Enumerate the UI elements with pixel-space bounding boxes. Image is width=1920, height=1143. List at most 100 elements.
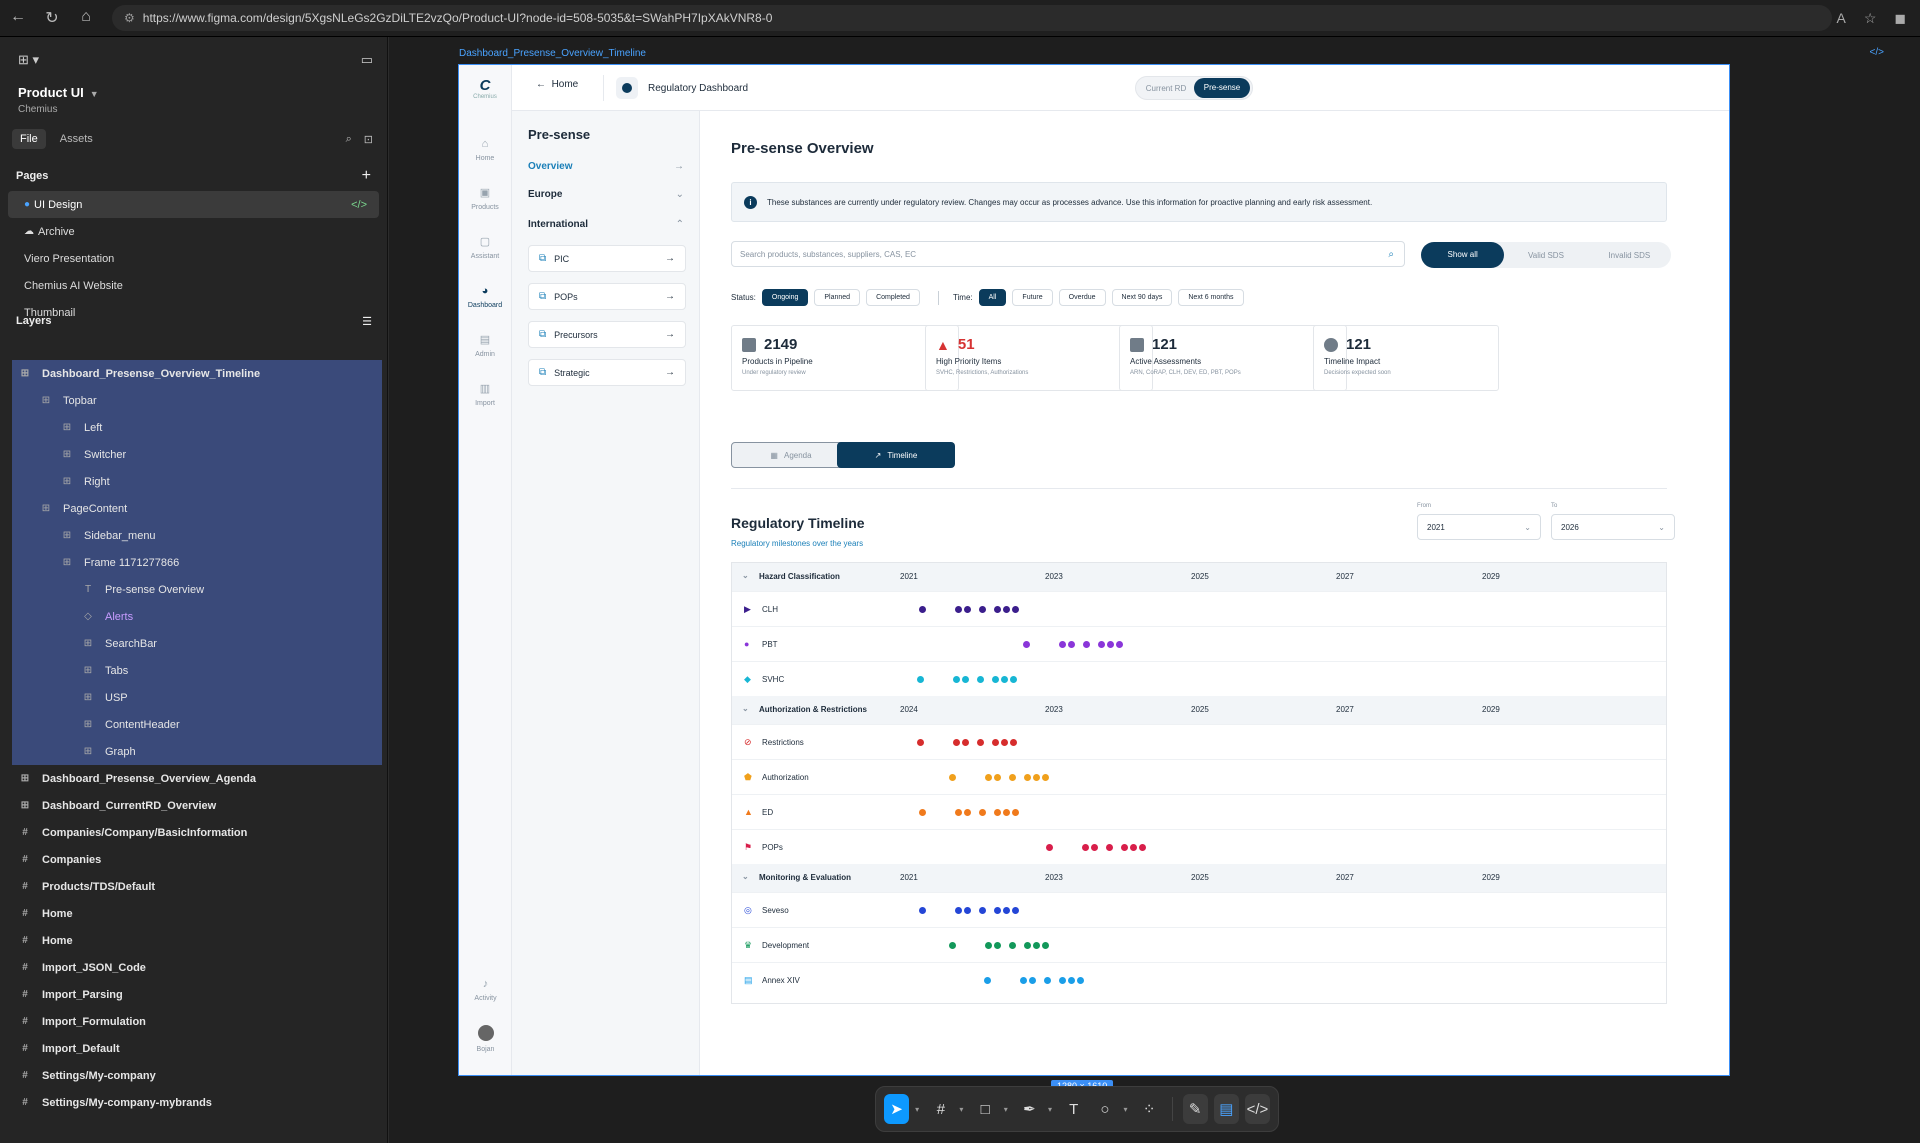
milestone-dot[interactable] [955, 606, 962, 613]
sidebar-card-pic[interactable]: ⧉ PIC → [528, 245, 686, 272]
chip-next-90-days[interactable]: Next 90 days [1111, 289, 1173, 306]
sidebar-item-overview[interactable]: Overview → [528, 161, 684, 172]
layer-row[interactable]: ⊞ Topbar [12, 387, 382, 414]
milestone-dot[interactable] [919, 907, 926, 914]
layer-row[interactable]: ⊞ Dashboard_Presense_Overview_Timeline [12, 360, 382, 387]
milestone-dot[interactable] [979, 907, 986, 914]
layer-row[interactable]: # Companies [0, 846, 387, 873]
sidebar-card-strategic[interactable]: ⧉ Strategic → [528, 359, 686, 386]
milestone-dot[interactable] [962, 739, 969, 746]
switch-pre-sense[interactable]: Pre-sense [1194, 78, 1250, 98]
milestone-dot[interactable] [1023, 641, 1030, 648]
milestone-dot[interactable] [1106, 844, 1113, 851]
milestone-dot[interactable] [1010, 676, 1017, 683]
milestone-dot[interactable] [994, 907, 1001, 914]
filter-invalid-sds[interactable]: Invalid SDS [1588, 251, 1671, 260]
milestone-dot[interactable] [994, 606, 1001, 613]
milestone-dot[interactable] [1042, 774, 1049, 781]
layer-row[interactable]: ⊞ SearchBar [12, 630, 382, 657]
milestone-dot[interactable] [1012, 907, 1019, 914]
milestone-dot[interactable] [919, 809, 926, 816]
timeline-row[interactable]: ● PBT [732, 626, 1666, 661]
timeline-row[interactable]: ◎ Seveso [732, 892, 1666, 927]
layer-row[interactable]: ◇ Alerts [12, 603, 382, 630]
rail-dashboard[interactable]: ◕ Dashboard [459, 272, 511, 321]
chevron-down-icon[interactable]: ⌄ [742, 571, 749, 580]
frame-label[interactable]: Dashboard_Presense_Overview_Timeline [459, 48, 646, 59]
library-icon[interactable]: ⊡ [364, 133, 373, 146]
layer-row[interactable]: T Pre-sense Overview [12, 576, 382, 603]
layer-row[interactable]: ⊞ Right [12, 468, 382, 495]
milestone-dot[interactable] [994, 809, 1001, 816]
mode-switcher[interactable]: Current RD Pre-sense [1135, 76, 1253, 100]
chip-overdue[interactable]: Overdue [1058, 289, 1106, 306]
layer-row[interactable]: # Settings/My-company-mybrands [0, 1089, 387, 1116]
read-aloud-icon[interactable]: A [1836, 10, 1845, 27]
milestone-dot[interactable] [977, 676, 984, 683]
reload-icon[interactable]: ↻ [44, 8, 60, 28]
chevron-down-icon[interactable]: ▾ [959, 1105, 966, 1114]
layer-row[interactable]: ⊞ Dashboard_CurrentRD_Overview [0, 792, 387, 819]
move-tool-icon[interactable]: ➤ [884, 1094, 910, 1124]
milestone-dot[interactable] [953, 676, 960, 683]
milestone-dot[interactable] [917, 676, 924, 683]
layer-row[interactable]: # Import_Parsing [0, 981, 387, 1008]
tab-timeline[interactable]: ↗ Timeline [837, 442, 955, 468]
add-page-icon[interactable]: + [362, 167, 371, 185]
milestone-dot[interactable] [1033, 774, 1040, 781]
chip-next-6-months[interactable]: Next 6 months [1178, 289, 1244, 306]
milestone-dot[interactable] [949, 774, 956, 781]
regulatory-dashboard-button[interactable]: Regulatory Dashboard [616, 77, 748, 99]
timeline-row[interactable]: ▶ CLH [732, 591, 1666, 626]
sidebar-item-europe[interactable]: Europe ⌄ [528, 189, 684, 200]
layer-row[interactable]: # Home [0, 927, 387, 954]
page-item[interactable]: ☁ Archive [8, 218, 379, 245]
layer-row[interactable]: # Import_Default [0, 1035, 387, 1062]
kpi-timeline-impact[interactable]: 121 Timeline Impact Decisions expected s… [1313, 325, 1499, 391]
chevron-down-icon[interactable]: ⌄ [742, 704, 749, 713]
layer-row[interactable]: ⊞ PageContent [12, 495, 382, 522]
milestone-dot[interactable] [949, 942, 956, 949]
project-name[interactable]: Product UI ▼ [18, 85, 369, 100]
comment-tool-icon[interactable]: ○ [1092, 1094, 1117, 1124]
milestone-dot[interactable] [1010, 739, 1017, 746]
milestone-dot[interactable] [1003, 907, 1010, 914]
filter-show-all[interactable]: Show all [1421, 242, 1505, 268]
milestone-dot[interactable] [1059, 977, 1066, 984]
figma-menu-icon[interactable]: ⊞ ▾ [18, 52, 39, 68]
layer-row[interactable]: # Import_JSON_Code [0, 954, 387, 981]
milestone-dot[interactable] [1107, 641, 1114, 648]
filter-valid-sds[interactable]: Valid SDS [1504, 251, 1587, 260]
milestone-dot[interactable] [1012, 809, 1019, 816]
address-bar[interactable]: ⚙ https://www.figma.com/design/5XgsNLeGs… [112, 5, 1832, 31]
timeline-row[interactable]: ⬟ Authorization [732, 759, 1666, 794]
milestone-dot[interactable] [1044, 977, 1051, 984]
search-icon[interactable]: ⌕ [346, 133, 352, 146]
design-mode-icon[interactable]: ▤ [1213, 1094, 1239, 1124]
rail-import[interactable]: ▥ Import [459, 370, 511, 419]
layer-row[interactable]: ⊞ Frame 1171277866 [12, 549, 382, 576]
rail-home[interactable]: ⌂ Home [459, 125, 511, 174]
dev-mode-icon[interactable]: </> [1244, 1094, 1270, 1124]
layer-row[interactable]: # Products/TDS/Default [0, 873, 387, 900]
tab-assets[interactable]: Assets [52, 129, 101, 149]
tab-file[interactable]: File [12, 129, 46, 149]
rail-admin[interactable]: ▤ Admin [459, 321, 511, 370]
milestone-dot[interactable] [1001, 676, 1008, 683]
chevron-down-icon[interactable]: ▾ [915, 1105, 922, 1114]
milestone-dot[interactable] [964, 907, 971, 914]
milestone-dot[interactable] [985, 774, 992, 781]
milestone-dot[interactable] [1033, 942, 1040, 949]
sidebar-card-pops[interactable]: ⧉ POPs → [528, 283, 686, 310]
milestone-dot[interactable] [1059, 641, 1066, 648]
layer-row[interactable]: # Home [0, 900, 387, 927]
milestone-dot[interactable] [955, 809, 962, 816]
timeline-group-header[interactable]: ⌄ Hazard Classification 2021 2023 2025 2027 20… [732, 563, 1666, 591]
dev-mode-icon[interactable]: </> [351, 199, 367, 211]
milestone-dot[interactable] [977, 739, 984, 746]
milestone-dot[interactable] [984, 977, 991, 984]
chevron-down-icon[interactable]: ▾ [1004, 1105, 1011, 1114]
layers-options-icon[interactable]: ☰ [362, 315, 372, 328]
layer-row[interactable]: ⊞ Switcher [12, 441, 382, 468]
chip-completed[interactable]: Completed [866, 289, 920, 306]
